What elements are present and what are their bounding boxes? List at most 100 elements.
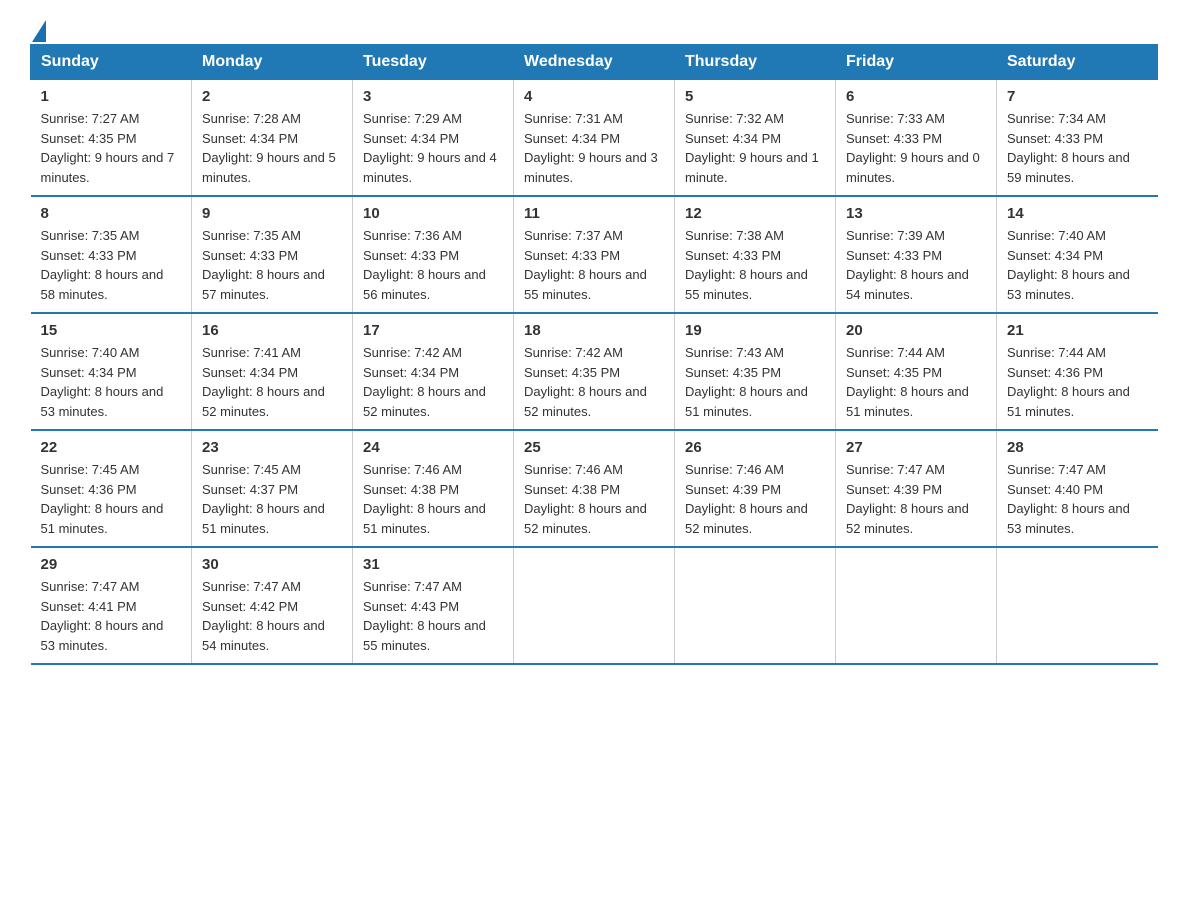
logo-text [30,20,48,42]
day-info: Sunrise: 7:37 AMSunset: 4:33 PMDaylight:… [524,226,664,304]
day-info: Sunrise: 7:31 AMSunset: 4:34 PMDaylight:… [524,109,664,187]
day-info: Sunrise: 7:42 AMSunset: 4:35 PMDaylight:… [524,343,664,421]
day-number: 7 [1007,88,1148,105]
calendar-cell: 8 Sunrise: 7:35 AMSunset: 4:33 PMDayligh… [31,196,192,313]
logo [30,20,48,34]
weekday-header-sunday: Sunday [31,45,192,80]
calendar-cell: 1 Sunrise: 7:27 AMSunset: 4:35 PMDayligh… [31,80,192,197]
day-number: 9 [202,205,342,222]
day-info: Sunrise: 7:28 AMSunset: 4:34 PMDaylight:… [202,109,342,187]
calendar-table: SundayMondayTuesdayWednesdayThursdayFrid… [30,44,1158,665]
calendar-cell: 25 Sunrise: 7:46 AMSunset: 4:38 PMDaylig… [514,430,675,547]
calendar-cell: 13 Sunrise: 7:39 AMSunset: 4:33 PMDaylig… [836,196,997,313]
day-number: 20 [846,322,986,339]
day-number: 25 [524,439,664,456]
day-info: Sunrise: 7:47 AMSunset: 4:42 PMDaylight:… [202,577,342,655]
day-number: 5 [685,88,825,105]
calendar-week-row: 22 Sunrise: 7:45 AMSunset: 4:36 PMDaylig… [31,430,1158,547]
calendar-cell: 30 Sunrise: 7:47 AMSunset: 4:42 PMDaylig… [192,547,353,664]
calendar-cell: 19 Sunrise: 7:43 AMSunset: 4:35 PMDaylig… [675,313,836,430]
calendar-cell: 18 Sunrise: 7:42 AMSunset: 4:35 PMDaylig… [514,313,675,430]
calendar-cell: 3 Sunrise: 7:29 AMSunset: 4:34 PMDayligh… [353,80,514,197]
day-number: 16 [202,322,342,339]
day-number: 10 [363,205,503,222]
day-number: 12 [685,205,825,222]
day-number: 22 [41,439,182,456]
day-number: 24 [363,439,503,456]
calendar-cell: 7 Sunrise: 7:34 AMSunset: 4:33 PMDayligh… [997,80,1158,197]
day-number: 31 [363,556,503,573]
calendar-cell: 5 Sunrise: 7:32 AMSunset: 4:34 PMDayligh… [675,80,836,197]
day-number: 17 [363,322,503,339]
calendar-week-row: 29 Sunrise: 7:47 AMSunset: 4:41 PMDaylig… [31,547,1158,664]
day-info: Sunrise: 7:47 AMSunset: 4:43 PMDaylight:… [363,577,503,655]
calendar-cell: 24 Sunrise: 7:46 AMSunset: 4:38 PMDaylig… [353,430,514,547]
calendar-cell: 21 Sunrise: 7:44 AMSunset: 4:36 PMDaylig… [997,313,1158,430]
day-info: Sunrise: 7:45 AMSunset: 4:37 PMDaylight:… [202,460,342,538]
day-number: 4 [524,88,664,105]
day-info: Sunrise: 7:35 AMSunset: 4:33 PMDaylight:… [41,226,182,304]
calendar-cell: 6 Sunrise: 7:33 AMSunset: 4:33 PMDayligh… [836,80,997,197]
day-info: Sunrise: 7:35 AMSunset: 4:33 PMDaylight:… [202,226,342,304]
day-number: 11 [524,205,664,222]
day-number: 19 [685,322,825,339]
day-number: 28 [1007,439,1148,456]
day-number: 21 [1007,322,1148,339]
calendar-cell: 22 Sunrise: 7:45 AMSunset: 4:36 PMDaylig… [31,430,192,547]
day-number: 23 [202,439,342,456]
calendar-cell: 9 Sunrise: 7:35 AMSunset: 4:33 PMDayligh… [192,196,353,313]
day-info: Sunrise: 7:46 AMSunset: 4:39 PMDaylight:… [685,460,825,538]
calendar-week-row: 15 Sunrise: 7:40 AMSunset: 4:34 PMDaylig… [31,313,1158,430]
page-header [30,20,1158,34]
calendar-cell [514,547,675,664]
day-number: 15 [41,322,182,339]
calendar-cell [675,547,836,664]
calendar-week-row: 8 Sunrise: 7:35 AMSunset: 4:33 PMDayligh… [31,196,1158,313]
day-info: Sunrise: 7:47 AMSunset: 4:40 PMDaylight:… [1007,460,1148,538]
day-info: Sunrise: 7:29 AMSunset: 4:34 PMDaylight:… [363,109,503,187]
day-info: Sunrise: 7:40 AMSunset: 4:34 PMDaylight:… [1007,226,1148,304]
day-info: Sunrise: 7:40 AMSunset: 4:34 PMDaylight:… [41,343,182,421]
day-info: Sunrise: 7:47 AMSunset: 4:39 PMDaylight:… [846,460,986,538]
day-number: 2 [202,88,342,105]
weekday-header-friday: Friday [836,45,997,80]
day-info: Sunrise: 7:34 AMSunset: 4:33 PMDaylight:… [1007,109,1148,187]
weekday-header-thursday: Thursday [675,45,836,80]
day-info: Sunrise: 7:46 AMSunset: 4:38 PMDaylight:… [524,460,664,538]
weekday-header-tuesday: Tuesday [353,45,514,80]
weekday-header-saturday: Saturday [997,45,1158,80]
calendar-cell [836,547,997,664]
calendar-cell: 14 Sunrise: 7:40 AMSunset: 4:34 PMDaylig… [997,196,1158,313]
day-number: 29 [41,556,182,573]
day-number: 8 [41,205,182,222]
day-info: Sunrise: 7:44 AMSunset: 4:36 PMDaylight:… [1007,343,1148,421]
calendar-cell: 17 Sunrise: 7:42 AMSunset: 4:34 PMDaylig… [353,313,514,430]
logo-triangle-icon [32,20,46,42]
day-info: Sunrise: 7:43 AMSunset: 4:35 PMDaylight:… [685,343,825,421]
day-info: Sunrise: 7:42 AMSunset: 4:34 PMDaylight:… [363,343,503,421]
day-number: 6 [846,88,986,105]
day-info: Sunrise: 7:46 AMSunset: 4:38 PMDaylight:… [363,460,503,538]
day-number: 1 [41,88,182,105]
day-number: 27 [846,439,986,456]
day-number: 18 [524,322,664,339]
day-info: Sunrise: 7:27 AMSunset: 4:35 PMDaylight:… [41,109,182,187]
day-info: Sunrise: 7:38 AMSunset: 4:33 PMDaylight:… [685,226,825,304]
day-number: 26 [685,439,825,456]
calendar-cell: 31 Sunrise: 7:47 AMSunset: 4:43 PMDaylig… [353,547,514,664]
calendar-cell: 2 Sunrise: 7:28 AMSunset: 4:34 PMDayligh… [192,80,353,197]
weekday-header-monday: Monday [192,45,353,80]
calendar-header-row: SundayMondayTuesdayWednesdayThursdayFrid… [31,45,1158,80]
day-info: Sunrise: 7:44 AMSunset: 4:35 PMDaylight:… [846,343,986,421]
calendar-cell: 10 Sunrise: 7:36 AMSunset: 4:33 PMDaylig… [353,196,514,313]
day-number: 30 [202,556,342,573]
calendar-week-row: 1 Sunrise: 7:27 AMSunset: 4:35 PMDayligh… [31,80,1158,197]
calendar-cell: 29 Sunrise: 7:47 AMSunset: 4:41 PMDaylig… [31,547,192,664]
day-number: 14 [1007,205,1148,222]
calendar-cell: 27 Sunrise: 7:47 AMSunset: 4:39 PMDaylig… [836,430,997,547]
calendar-cell: 15 Sunrise: 7:40 AMSunset: 4:34 PMDaylig… [31,313,192,430]
calendar-cell [997,547,1158,664]
calendar-cell: 16 Sunrise: 7:41 AMSunset: 4:34 PMDaylig… [192,313,353,430]
day-info: Sunrise: 7:41 AMSunset: 4:34 PMDaylight:… [202,343,342,421]
day-info: Sunrise: 7:32 AMSunset: 4:34 PMDaylight:… [685,109,825,187]
